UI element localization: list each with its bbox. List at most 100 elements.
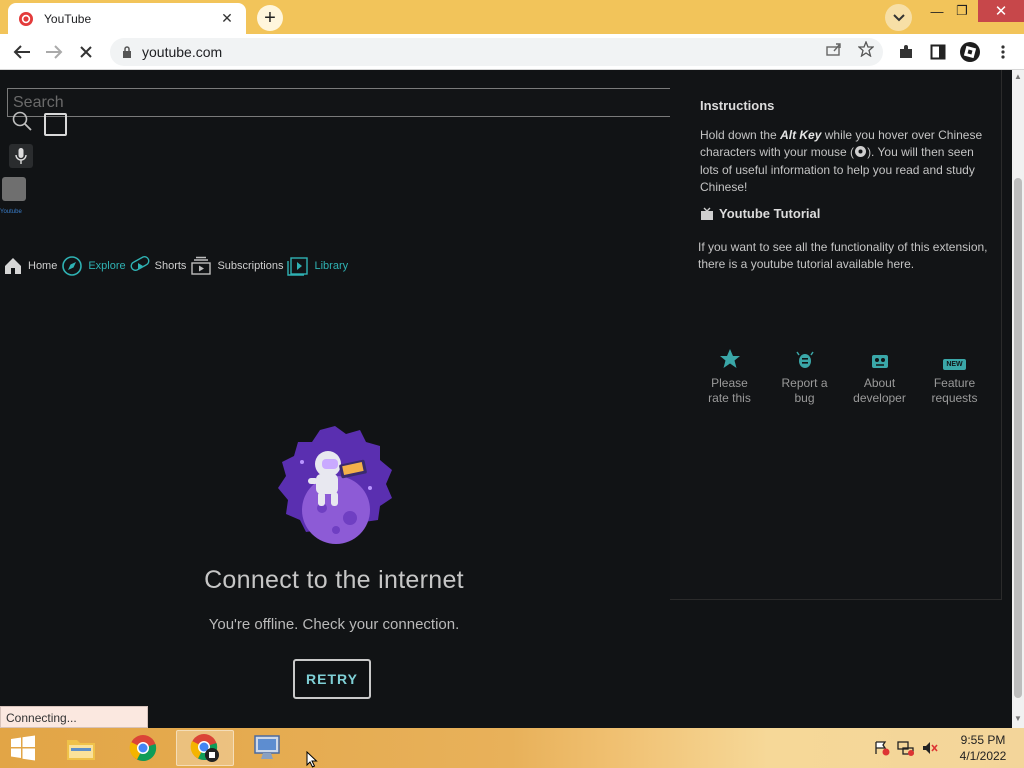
star-icon [719,349,740,368]
monitor-icon [254,735,280,759]
new-tab-button[interactable]: + [257,5,283,31]
about-developer-button[interactable]: About developer [842,348,917,406]
report-bug-label-2: bug [794,391,815,405]
gear-icon [854,145,867,163]
forward-arrow-icon [46,45,63,59]
placeholder-tile[interactable] [2,177,26,201]
compass-icon [62,256,83,276]
nav-explore-label: Explore [88,260,126,272]
restore-button[interactable]: ❐ [952,0,972,22]
bug-icon [795,351,814,368]
page-scrollbar[interactable]: ▲ ▼ [1012,70,1024,728]
nav-library[interactable]: Library [287,256,348,276]
instructions-heading: Instructions [700,98,775,113]
start-button[interactable] [4,733,42,763]
minimize-button[interactable]: — [925,0,949,22]
search-field-wrapper [7,88,692,117]
search-icon[interactable] [11,110,33,137]
chrome-profile-taskbar-button[interactable] [176,730,234,766]
tiny-logo-text: Youtube [0,209,22,215]
subscriptions-icon [191,256,212,275]
tab-search-button[interactable] [885,4,912,31]
action-center-icon[interactable] [873,740,891,756]
plus-icon: + [264,6,276,29]
youtube-mini-logo: Youtube [0,209,22,215]
side-panel-icon[interactable] [928,42,948,62]
close-icon [80,46,92,58]
feature-requests-label-2: requests [931,391,978,405]
page-content: Youtube Home Explore Shorts Subscription… [0,70,1012,728]
youtube-favicon-icon [19,11,33,26]
file-explorer-taskbar-button[interactable] [52,730,110,766]
windows-logo-icon [11,735,35,761]
taskbar-clock[interactable]: 9:55 PM 4/1/2022 [948,732,1018,764]
feature-requests-button[interactable]: NEW Feature requests [917,348,992,406]
remote-desktop-taskbar-button[interactable] [238,730,296,766]
nav-shorts[interactable]: Shorts [130,255,186,277]
rate-this-label-1: Please [711,376,748,390]
scroll-down-icon[interactable]: ▼ [1012,714,1024,726]
tutorial-heading: Youtube Tutorial [719,206,821,221]
instructions-text: Hold down the Alt Key while you hover ov… [700,127,992,195]
offline-subtitle: You're offline. Check your connection. [208,616,460,633]
nav-home[interactable]: Home [3,256,57,276]
tutorial-text[interactable]: If you want to see all the functionality… [698,239,990,272]
guide-nav: Home Explore Shorts Subscriptions Librar… [3,253,352,279]
extensions-puzzle-icon[interactable] [896,42,916,62]
offline-astronaut-illustration [278,426,392,544]
address-bar[interactable]: youtube.com [110,38,883,66]
checkbox[interactable] [44,113,67,136]
about-developer-label-2: developer [853,391,906,405]
tab-youtube[interactable]: YouTube ✕ [8,3,246,34]
forward-button[interactable] [42,40,66,64]
chrome-icon [129,735,157,762]
developer-icon [871,355,888,368]
feature-requests-label-1: Feature [933,376,976,390]
instructions-text-pre: Hold down the [700,128,781,142]
browser-titlebar: YouTube ✕ + — ❐ ✕ [0,0,1024,34]
nav-home-label: Home [28,260,58,272]
nav-subscriptions[interactable]: Subscriptions [190,256,283,276]
about-developer-label-1: About [863,376,896,390]
stop-loading-button[interactable] [74,40,98,64]
tab-title: YouTube [44,11,92,26]
chrome-profile-icon [190,734,219,762]
volume-muted-icon[interactable] [921,740,939,756]
offline-title: Connect to the internet [204,566,464,594]
profile-avatar[interactable] [959,41,981,63]
folder-icon [67,740,95,760]
search-input[interactable] [13,92,686,113]
bookmark-star-icon[interactable] [857,40,875,58]
tab-close-icon[interactable]: ✕ [218,10,236,27]
extension-actions: Please rate this Report a bug About deve… [692,348,992,406]
tutorial-heading-row: Youtube Tutorial [700,206,820,221]
share-icon[interactable] [825,40,843,58]
rate-this-button[interactable]: Please rate this [692,348,767,406]
nav-subscriptions-label: Subscriptions [217,260,284,272]
microphone-button[interactable] [9,144,33,168]
network-icon[interactable] [897,740,915,756]
scroll-up-icon[interactable]: ▲ [1012,72,1024,84]
status-bubble: Connecting... [0,706,148,728]
nav-library-label: Library [314,260,349,272]
browser-menu-icon[interactable] [993,42,1013,62]
nav-explore[interactable]: Explore [61,255,126,277]
scrollbar-thumb[interactable] [1014,178,1022,698]
rate-this-label-2: rate this [708,391,751,405]
window-close-button[interactable]: ✕ [978,0,1024,22]
report-bug-button[interactable]: Report a bug [767,348,842,406]
lock-icon [123,46,131,58]
chevron-down-icon [892,13,905,21]
browser-toolbar: youtube.com [0,34,1024,70]
retry-button[interactable]: RETRY [293,659,371,699]
microphone-icon [15,148,27,164]
clock-time: 9:55 PM [960,733,1006,747]
tutorial-icon [701,207,713,220]
chrome-taskbar-button[interactable] [114,730,172,766]
extension-panel: Instructions Hold down the Alt Key while… [670,70,1002,600]
back-button[interactable] [10,40,34,64]
alt-key-text: Alt Key [780,128,822,142]
url-text: youtube.com [142,44,223,60]
windows-taskbar: 9:55 PM 4/1/2022 [0,728,1024,768]
mouse-cursor-icon [306,751,318,768]
